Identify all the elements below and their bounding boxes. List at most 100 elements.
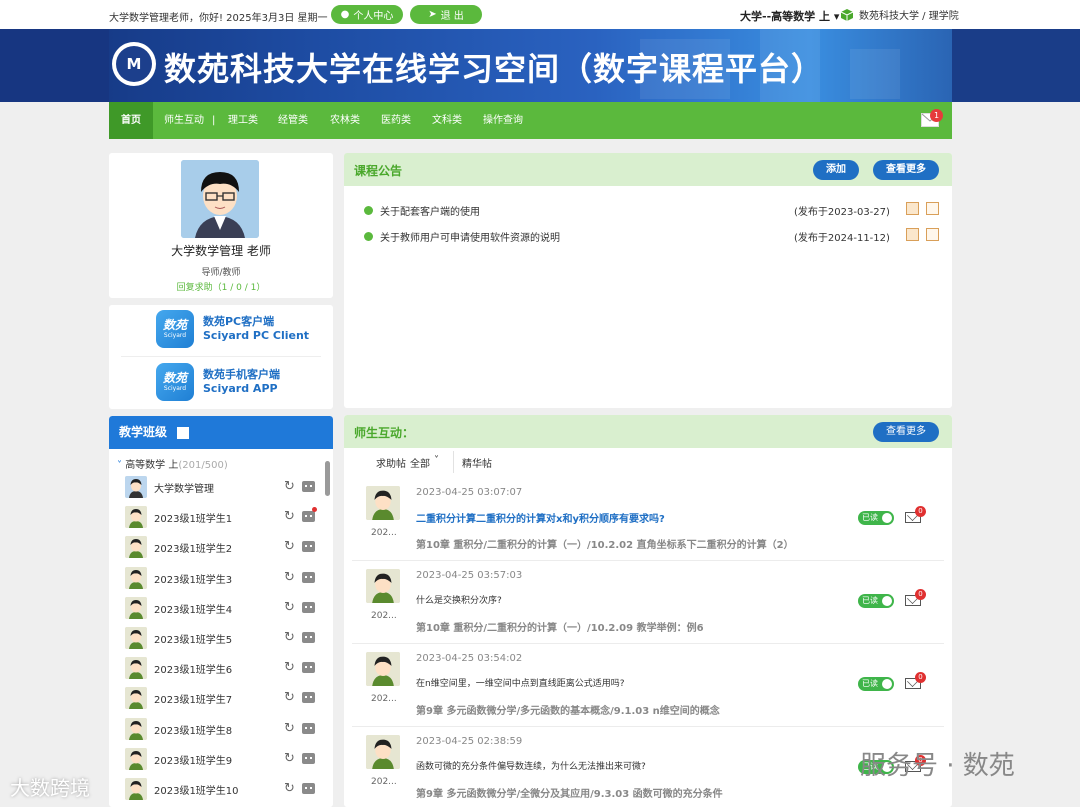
interaction-title: 师生互动： xyxy=(354,426,415,440)
view-more-announcements-button[interactable]: 查看更多 xyxy=(873,160,939,180)
refresh-icon[interactable]: ↻ xyxy=(284,752,295,765)
nav-agriculture[interactable]: 农林类 xyxy=(330,102,360,139)
university-label: 数苑科技大学 / 理学院 xyxy=(840,7,959,22)
student-row[interactable]: 2023级1班学生6 ↻ xyxy=(125,655,321,681)
announcements-title: 课程公告 xyxy=(354,164,403,178)
nav-interaction[interactable]: 师生互动 xyxy=(164,102,204,139)
post-time: 2023-04-25 02:38:59 xyxy=(416,736,523,747)
main-nav: 首页 师生互动 | 理工类 经管类 农林类 医药类 文科类 操作查询 1 xyxy=(109,102,952,139)
chat-icon[interactable] xyxy=(302,662,315,674)
post-question[interactable]: 什么是交换积分次序? xyxy=(416,593,502,606)
post-question[interactable]: 在n维空间里，一维空间中点到直线距离公式适用吗? xyxy=(416,676,624,689)
message-badge: 0 xyxy=(915,672,926,683)
chevron-up-icon: ˅ xyxy=(117,460,122,471)
chat-icon[interactable] xyxy=(302,752,315,764)
logout-icon: ➤ xyxy=(428,9,437,20)
course-selector[interactable]: 大学--高等数学 上 ▾ xyxy=(740,8,839,24)
refresh-icon[interactable]: ↻ xyxy=(284,510,295,523)
student-row[interactable]: 2023级1班学生7 ↻ xyxy=(125,685,321,711)
nav-economics[interactable]: 经管类 xyxy=(278,102,308,139)
chat-icon[interactable] xyxy=(302,511,315,523)
trash-icon[interactable] xyxy=(926,202,939,215)
student-row[interactable]: 2023级1班学生2 ↻ xyxy=(125,534,321,560)
read-toggle[interactable]: 已读 xyxy=(858,594,894,608)
view-more-interaction-button[interactable]: 查看更多 xyxy=(873,422,939,442)
logout-button[interactable]: ➤ 退 出 xyxy=(410,5,482,24)
edit-icon[interactable] xyxy=(906,202,919,215)
post-avatar xyxy=(366,486,400,520)
announcement-item[interactable]: 关于配套客户端的使用 (发布于2023-03-27) xyxy=(364,202,944,218)
post-item[interactable]: 202... 2023-04-25 03:54:02 在n维空间里，一维空间中点到直… xyxy=(352,647,944,727)
help-reply-stats[interactable]: 回复求助（1 / 0 / 1） xyxy=(109,280,333,293)
student-row[interactable]: 2023级1班学生8 ↻ xyxy=(125,716,321,742)
tab-best-posts[interactable]: 精华帖 xyxy=(453,451,500,473)
student-row[interactable]: 2023级1班学生1 ↻ xyxy=(125,504,321,530)
announcements-card: 课程公告 添加 查看更多 关于配套客户端的使用 (发布于2023-03-27) … xyxy=(344,153,952,408)
nav-medicine[interactable]: 医药类 xyxy=(381,102,411,139)
refresh-icon[interactable]: ↻ xyxy=(284,480,295,493)
chat-icon[interactable] xyxy=(302,783,315,794)
chat-icon[interactable] xyxy=(302,722,315,734)
student-row[interactable]: 2023级1班学生4 ↻ xyxy=(125,595,321,621)
message-badge: 0 xyxy=(915,506,926,517)
teacher-role: 导师/教师 xyxy=(201,268,241,278)
post-item[interactable]: 202... 2023-04-25 03:57:03 什么是交换积分次序? 第10章 … xyxy=(352,564,944,644)
student-row[interactable]: 2023级1班学生5 ↻ xyxy=(125,625,321,651)
post-item[interactable]: 202... 2023-04-25 03:07:07 二重积分计算二重积分的计算对x… xyxy=(352,481,944,561)
nav-operation-query[interactable]: 操作查询 xyxy=(483,102,523,139)
nav-liberal-arts[interactable]: 文科类 xyxy=(432,102,462,139)
trash-icon[interactable] xyxy=(926,228,939,241)
refresh-icon[interactable]: ↻ xyxy=(284,601,295,614)
student-avatar xyxy=(125,687,147,710)
avatar[interactable] xyxy=(181,160,259,238)
chat-icon[interactable] xyxy=(302,481,315,492)
add-announcement-button[interactable]: 添加 xyxy=(813,160,859,180)
teacher-row[interactable]: 大学数学管理 ↻ xyxy=(125,474,321,500)
refresh-icon[interactable]: ↻ xyxy=(284,782,295,795)
read-toggle[interactable]: 已读 xyxy=(858,677,894,691)
teacher-avatar-image xyxy=(181,160,259,238)
student-avatar xyxy=(125,657,147,680)
chat-icon[interactable] xyxy=(302,692,315,704)
announcement-item[interactable]: 关于教师用户可申请使用软件资源的说明 (发布于2024-11-12) xyxy=(364,228,944,244)
student-avatar xyxy=(125,778,147,800)
scrollbar[interactable] xyxy=(325,461,330,496)
export-icon[interactable] xyxy=(177,426,190,439)
post-author: 202... xyxy=(371,777,397,787)
class-list-header: 教学班级 xyxy=(109,416,333,449)
nav-home[interactable]: 首页 xyxy=(109,102,153,139)
banner-title: 数苑科技大学在线学习空间（数字课程平台） xyxy=(164,50,825,88)
university-logo: M xyxy=(112,42,156,86)
chat-icon[interactable] xyxy=(302,632,315,643)
announcements-header: 课程公告 添加 查看更多 xyxy=(344,153,952,186)
refresh-icon[interactable]: ↻ xyxy=(284,631,295,644)
class-group[interactable]: ˅ 高等数学 上(201/500) xyxy=(117,456,228,471)
student-row[interactable]: 2023级1班学生9 ↻ xyxy=(125,746,321,772)
student-row[interactable]: 2023级1班学生3 ↻ xyxy=(125,565,321,591)
post-item[interactable]: 202... 2023-04-25 02:38:59 函数可微的充分条件偏导数连续，… xyxy=(352,730,944,807)
divider xyxy=(121,356,321,357)
user-icon: ● xyxy=(340,9,350,20)
refresh-icon[interactable]: ↻ xyxy=(284,571,295,584)
tab-help-posts[interactable]: 求助帖 全部 ˅ xyxy=(356,451,447,473)
refresh-icon[interactable]: ↻ xyxy=(284,691,295,704)
post-chapter: 第9章 多元函数微分学/多元函数的基本概念/9.1.03 n维空间的概念 xyxy=(416,706,720,717)
nav-science[interactable]: 理工类 xyxy=(228,102,258,139)
edit-icon[interactable] xyxy=(906,228,919,241)
mobile-client-link[interactable]: 数苑 Sciyard 数苑手机客户端 Sciyard APP xyxy=(156,363,280,401)
chat-icon[interactable] xyxy=(302,601,315,613)
refresh-icon[interactable]: ↻ xyxy=(284,661,295,674)
chat-icon[interactable] xyxy=(302,571,315,583)
post-question[interactable]: 函数可微的充分条件偏导数连续，为什么无法推出来可微? xyxy=(416,759,646,772)
refresh-icon[interactable]: ↻ xyxy=(284,722,295,735)
post-author: 202... xyxy=(371,528,397,538)
student-avatar xyxy=(125,566,147,589)
post-avatar xyxy=(366,735,400,769)
post-question[interactable]: 二重积分计算二重积分的计算对x和y积分顺序有要求吗? xyxy=(416,510,665,525)
pc-client-link[interactable]: 数苑 Sciyard 数苑PC客户端 Sciyard PC Client xyxy=(156,310,309,348)
profile-center-button[interactable]: ● 个人中心 xyxy=(331,5,403,24)
refresh-icon[interactable]: ↻ xyxy=(284,540,295,553)
chat-icon[interactable] xyxy=(302,541,315,553)
student-row[interactable]: 2023级1班学生10 ↻ xyxy=(125,776,321,802)
read-toggle[interactable]: 已读 xyxy=(858,511,894,525)
